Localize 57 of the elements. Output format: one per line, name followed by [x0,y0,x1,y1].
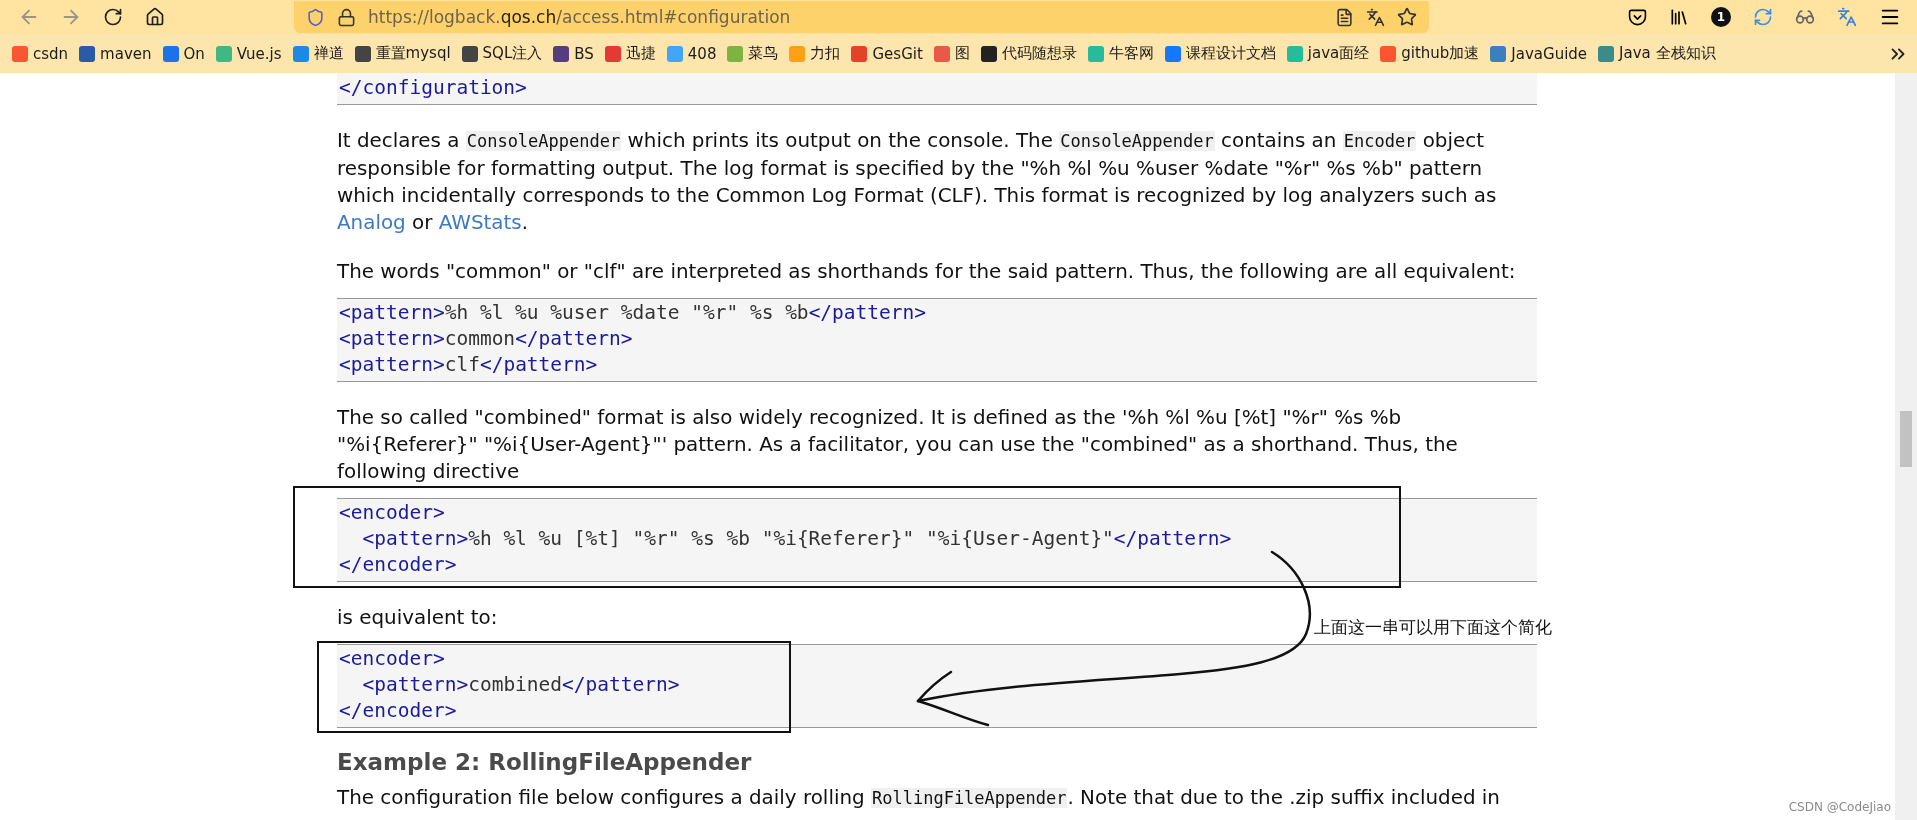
code-line: <pattern>%h %l %u %user %date "%r" %s %b</pattern> [339,300,927,326]
paragraph: is equivalent to: [337,605,498,631]
bookmark-item[interactable]: 408 [666,44,717,63]
bookmark-star-icon[interactable] [1397,7,1417,27]
bookmark-item[interactable]: GesGit [851,44,923,63]
code-line: </encoder> [339,698,457,724]
annotation-note: 上面这一串可以用下面这个简化 [1314,617,1552,639]
watermark: CSDN @CodeJiao [1788,800,1891,814]
link[interactable]: AWStats [438,211,522,234]
code-line: </configuration> [339,75,527,101]
code-line: <pattern>combined</pattern> [361,672,680,698]
pocket-icon[interactable] [1628,7,1647,27]
bookmark-item[interactable]: 课程设计文档 [1164,44,1276,63]
glasses-icon[interactable] [1795,7,1815,27]
shield-icon [306,7,325,27]
bookmark-item[interactable]: 重置mysql [354,44,451,63]
code-line: <pattern>%h %l %u [%t] "%r" %s %b "%i{Referer}" "%i{User-Agent}"</pattern> [361,526,1232,552]
bookmark-item[interactable]: SQL注入 [461,44,543,63]
sync-icon[interactable] [1753,7,1773,27]
lock-icon [337,7,356,27]
library-icon[interactable] [1669,7,1689,27]
home-icon [145,7,165,27]
bookmark-item[interactable]: 代码随想录 [980,44,1077,63]
bookmark-item[interactable]: maven [79,44,152,63]
code-line: <encoder> [339,500,445,526]
bookmark-item[interactable]: Vue.js [215,44,282,63]
bookmark-item[interactable]: Java 全栈知识 [1598,44,1716,63]
bookmark-item[interactable]: 菜鸟 [727,44,779,63]
bookmark-item[interactable]: java面经 [1286,44,1370,63]
section-heading: Example 2: RollingFileAppender [337,748,753,776]
code-line: <pattern>common</pattern> [339,326,633,352]
paragraph: It declares a ConsoleAppender which prints its output on the console. The ConsoleAppender contains an Encoder object responsible for formatting output. The log format is specified by the "%h %l %u %user %date "%r" %s %b" pattern which incidentally corresponds to the Common Log Format (CLF). This format is recognized by log analyzers such as Analog or AWStats. [337,128,1498,236]
code-line: </encoder> [339,552,457,578]
bookmark-item[interactable]: 禅道 [292,44,344,63]
bookmark-item[interactable]: 牛客网 [1087,44,1154,63]
bookmark-item[interactable]: JavaGuide [1490,44,1588,63]
paragraph: The words "common" or "clf" are interpreted as shorthands for the said pattern. Thus, the following are all equivalent: [337,259,1516,285]
bookmark-item[interactable]: On [162,44,205,63]
bookmark-item[interactable]: github加速 [1380,44,1480,63]
bookmark-item[interactable]: 迅捷 [604,44,656,63]
paragraph: The so called "combined" format is also widely recognized. It is defined as the '%h %l %u [%t] "%r" %s %b "%i{Referer}" "%i{User-Agent}"' pattern. As a facilitator, you can use the "combined" as a shorthand. Thus, the following directive [337,405,1459,485]
bookmark-item[interactable]: 图 [933,44,970,63]
url-text: https://logback.qos.ch/access.html#configuration [368,7,792,27]
bookmark-item[interactable]: 力扣 [789,44,841,63]
scrollbar[interactable] [1895,73,1917,820]
link[interactable]: Analog [337,211,406,234]
reload-icon [103,7,123,27]
address-bar[interactable]: https://logback.qos.ch/access.html#configuration [294,1,1429,33]
code-line: <encoder> [339,646,445,672]
bookmark-item[interactable]: BS [553,44,594,63]
paragraph: The configuration file below configures a daily rolling RollingFileAppender. Note that due to the .zip suffix included in [337,785,1500,811]
bookmark-item[interactable]: csdn [12,44,69,63]
scrollbar-thumb[interactable] [1900,411,1912,467]
translate-icon[interactable] [1366,7,1385,27]
reader-view-icon[interactable] [1335,7,1354,27]
extension-badge[interactable]: 1 [1711,7,1731,27]
code-line: <pattern>clf</pattern> [339,352,598,378]
